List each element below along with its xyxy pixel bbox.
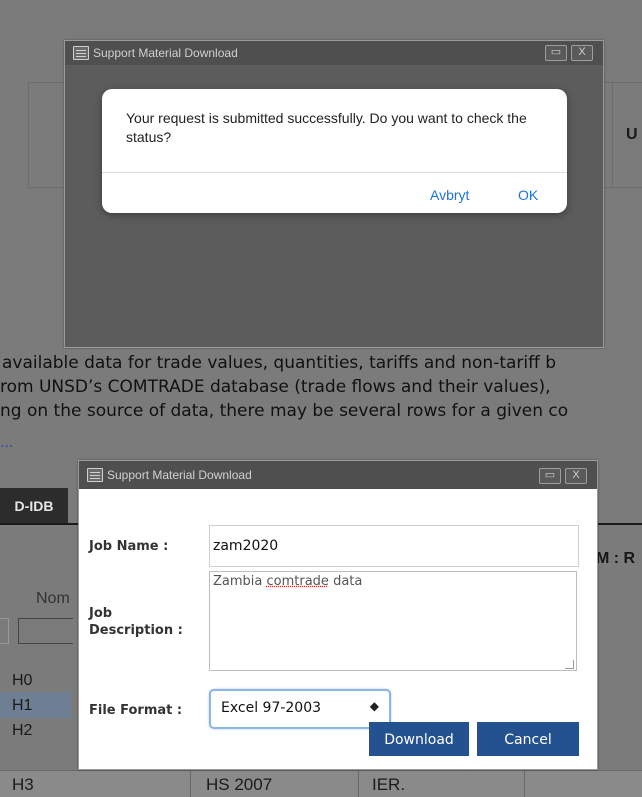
table-row: H0 — [12, 672, 33, 689]
confirmation-alert: Your request is submitted successfully. … — [102, 89, 567, 213]
job-name-value: zam2020 — [213, 538, 279, 554]
close-icon[interactable]: X — [565, 468, 587, 484]
paragraph-line: rom UNSD’s COMTRADE database (trade flow… — [0, 377, 551, 397]
tab-idb[interactable]: D-IDB — [0, 488, 68, 524]
job-description-label: Job Description : — [89, 606, 183, 638]
column-divider — [612, 82, 613, 186]
job-name-label: Job Name : — [89, 539, 169, 554]
window-titlebar[interactable]: Support Material Download ▭ X — [65, 41, 603, 65]
column-divider — [28, 82, 29, 186]
row-code: H3 — [12, 775, 34, 794]
select-arrows-icon: ◆ — [369, 699, 379, 713]
filter-input[interactable] — [18, 618, 73, 644]
job-description-prefix: Zambia — [213, 574, 267, 589]
table-row[interactable]: H1 — [12, 697, 84, 715]
alert-cancel-button[interactable]: Avbryt — [430, 187, 469, 203]
alert-message: Your request is submitted successfully. … — [126, 110, 527, 145]
table-row[interactable]: H2 — [12, 722, 84, 740]
window-title: Support Material Download — [107, 468, 252, 482]
file-format-label: File Format : — [89, 703, 183, 718]
file-format-value: Excel 97-2003 — [221, 700, 322, 716]
header-letter-u: U — [626, 126, 638, 143]
alert-divider — [102, 172, 567, 173]
filter-box[interactable] — [0, 618, 9, 644]
close-icon[interactable]: X — [571, 45, 593, 61]
table-row[interactable]: H3 HS 2007 IER. — [0, 770, 642, 797]
row-source: IER. — [372, 775, 406, 794]
legend-fragment: M : R — [596, 550, 636, 567]
cancel-button[interactable]: Cancel — [477, 722, 579, 756]
description-paragraph: available data for trade values, quantit… — [0, 346, 642, 476]
alert-ok-button[interactable]: OK — [518, 187, 538, 203]
download-button[interactable]: Download — [369, 722, 469, 756]
maximize-icon[interactable]: ▭ — [539, 468, 561, 484]
job-description-misspelled-word: comtrade — [266, 574, 329, 589]
support-material-window: Support Material Download ▭ X Job Name :… — [78, 460, 598, 770]
window-icon — [87, 468, 103, 482]
row-name: HS 2007 — [206, 775, 273, 794]
data-table-left: Nom H0 H1 H2 — [0, 580, 73, 796]
resize-handle-icon[interactable] — [565, 660, 574, 669]
read-more-link[interactable]: ... — [0, 431, 13, 455]
job-name-input[interactable]: zam2020 — [209, 525, 579, 567]
job-description-suffix: data — [328, 574, 363, 589]
paragraph-line: available data for trade values, quantit… — [2, 353, 557, 373]
window-title: Support Material Download — [93, 46, 238, 60]
job-description-textarea[interactable]: Zambia comtrade data — [209, 571, 577, 671]
window-titlebar[interactable]: Support Material Download ▭ X — [79, 461, 597, 489]
paragraph-line: ng on the source of data, there may be s… — [0, 401, 569, 421]
window-icon — [73, 46, 89, 60]
file-format-select[interactable]: Excel 97-2003 ◆ — [209, 689, 391, 729]
maximize-icon[interactable]: ▭ — [545, 45, 567, 61]
